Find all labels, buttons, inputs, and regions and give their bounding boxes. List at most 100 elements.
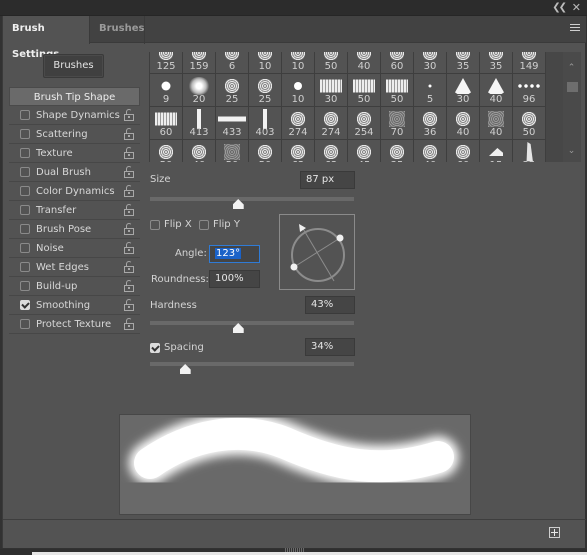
- brush-preset[interactable]: 5: [414, 74, 446, 106]
- brush-preset[interactable]: 25: [216, 74, 248, 106]
- brush-preset[interactable]: 10: [282, 52, 314, 73]
- brush-preset[interactable]: 274: [315, 107, 347, 139]
- lock-icon[interactable]: [124, 204, 134, 216]
- brush-preset[interactable]: 15: [480, 140, 512, 162]
- brush-preset[interactable]: 35: [447, 52, 479, 73]
- brush-preset[interactable]: 70: [381, 107, 413, 139]
- roundness-field[interactable]: 100%: [209, 270, 260, 288]
- brush-preset[interactable]: 96: [513, 74, 545, 106]
- size-slider[interactable]: [150, 197, 354, 201]
- sidebar-item-brush-pose[interactable]: Brush Pose: [9, 220, 140, 239]
- shape-dynamics-checkbox[interactable]: [20, 110, 30, 120]
- texture-checkbox[interactable]: [20, 148, 30, 158]
- build-up-checkbox[interactable]: [20, 281, 30, 291]
- close-icon[interactable]: ✕: [572, 1, 581, 14]
- smoothing-checkbox[interactable]: [20, 300, 30, 310]
- sidebar-item-smoothing[interactable]: Smoothing: [9, 296, 140, 315]
- angle-roundness-widget[interactable]: [279, 214, 355, 290]
- sidebar-item-build-up[interactable]: Build-up: [9, 277, 140, 296]
- lock-icon[interactable]: [124, 147, 134, 159]
- sidebar-item-wet-edges[interactable]: Wet Edges: [9, 258, 140, 277]
- chevron-down-icon[interactable]: ⌄: [567, 147, 576, 156]
- brush-pose-checkbox[interactable]: [20, 224, 30, 234]
- lock-icon[interactable]: [124, 223, 134, 235]
- brush-preset[interactable]: 40: [480, 74, 512, 106]
- spacing-checkbox[interactable]: [150, 343, 160, 353]
- brush-preset[interactable]: 40: [480, 107, 512, 139]
- dual-brush-checkbox[interactable]: [20, 167, 30, 177]
- lock-icon[interactable]: [124, 166, 134, 178]
- hardness-field[interactable]: 43%: [305, 296, 355, 314]
- sidebar-item-color-dynamics[interactable]: Color Dynamics: [9, 182, 140, 201]
- transfer-checkbox[interactable]: [20, 205, 30, 215]
- brushes-button[interactable]: Brushes: [43, 54, 104, 78]
- angle-field[interactable]: 123°: [209, 245, 260, 263]
- brush-preset[interactable]: 36: [414, 107, 446, 139]
- spacing-slider-knob[interactable]: [180, 364, 191, 374]
- scrollbar-thumb[interactable]: [567, 82, 578, 92]
- brush-preset[interactable]: 62: [315, 140, 347, 162]
- scattering-checkbox[interactable]: [20, 129, 30, 139]
- resize-grip[interactable]: [285, 548, 305, 552]
- brush-preset[interactable]: 25: [249, 74, 281, 106]
- brush-preset[interactable]: 433: [216, 107, 248, 139]
- brush-preset[interactable]: 60: [150, 107, 182, 139]
- brush-preset[interactable]: 149: [513, 52, 545, 73]
- brush-preset[interactable]: 40: [414, 140, 446, 162]
- spacing-slider[interactable]: [150, 362, 354, 366]
- brush-preset[interactable]: 60: [447, 140, 479, 162]
- double-chevron-left-icon[interactable]: ❮❮: [552, 2, 567, 13]
- brush-preset[interactable]: 35: [480, 52, 512, 73]
- new-brush-preset-icon[interactable]: [549, 527, 560, 538]
- color-dynamics-checkbox[interactable]: [20, 186, 30, 196]
- brush-preset[interactable]: 50: [216, 140, 248, 162]
- size-field[interactable]: 87 px: [300, 171, 355, 189]
- protect-texture-checkbox[interactable]: [20, 319, 30, 329]
- brush-preset[interactable]: 274: [282, 107, 314, 139]
- lock-icon[interactable]: [124, 185, 134, 197]
- lock-icon[interactable]: [124, 261, 134, 273]
- sidebar-item-brush-tip-shape[interactable]: Brush Tip Shape: [9, 87, 140, 106]
- panel-menu-icon[interactable]: [570, 24, 580, 33]
- noise-checkbox[interactable]: [20, 243, 30, 253]
- size-slider-knob[interactable]: [233, 199, 244, 209]
- brush-preset[interactable]: 30: [447, 74, 479, 106]
- lock-icon[interactable]: [124, 280, 134, 292]
- brush-preset[interactable]: 50: [381, 74, 413, 106]
- flip-y-checkbox[interactable]: [199, 220, 209, 230]
- brush-preset[interactable]: 50: [348, 74, 380, 106]
- tab-brush-settings[interactable]: Brush Settings: [3, 16, 89, 60]
- brush-preset[interactable]: 10: [249, 52, 281, 73]
- lock-icon[interactable]: [124, 318, 134, 330]
- brush-preset[interactable]: 50: [150, 140, 182, 162]
- sidebar-item-shape-dynamics[interactable]: Shape Dynamics: [9, 106, 140, 125]
- brush-preset[interactable]: 20: [183, 74, 215, 106]
- sidebar-item-noise[interactable]: Noise: [9, 239, 140, 258]
- sidebar-item-texture[interactable]: Texture: [9, 144, 140, 163]
- hardness-slider-knob[interactable]: [233, 323, 244, 333]
- brush-preset[interactable]: 50: [513, 107, 545, 139]
- brush-preset[interactable]: 60: [381, 52, 413, 73]
- brush-preset[interactable]: 125: [150, 52, 182, 73]
- sidebar-item-transfer[interactable]: Transfer: [9, 201, 140, 220]
- sidebar-item-scattering[interactable]: Scattering: [9, 125, 140, 144]
- brush-preset[interactable]: 45: [348, 140, 380, 162]
- spacing-field[interactable]: 34%: [305, 338, 355, 356]
- brush-preset[interactable]: 6: [216, 52, 248, 73]
- brush-preset[interactable]: 35: [381, 140, 413, 162]
- lock-icon[interactable]: [124, 109, 134, 121]
- brush-preset[interactable]: 40: [447, 107, 479, 139]
- chevron-up-icon[interactable]: ⌃: [567, 64, 576, 73]
- brush-preset[interactable]: 254: [348, 107, 380, 139]
- brush-preset[interactable]: 50: [249, 140, 281, 162]
- lock-icon[interactable]: [124, 242, 134, 254]
- brush-preset[interactable]: 40: [348, 52, 380, 73]
- brush-preset[interactable]: 159: [183, 52, 215, 73]
- sidebar-item-dual-brush[interactable]: Dual Brush: [9, 163, 140, 182]
- sidebar-item-protect-texture[interactable]: Protect Texture: [9, 315, 140, 334]
- brush-preset[interactable]: 10: [282, 74, 314, 106]
- hardness-slider[interactable]: [150, 321, 354, 325]
- brush-preset[interactable]: 413: [183, 107, 215, 139]
- lock-icon[interactable]: [124, 128, 134, 140]
- brush-preset[interactable]: 40: [183, 140, 215, 162]
